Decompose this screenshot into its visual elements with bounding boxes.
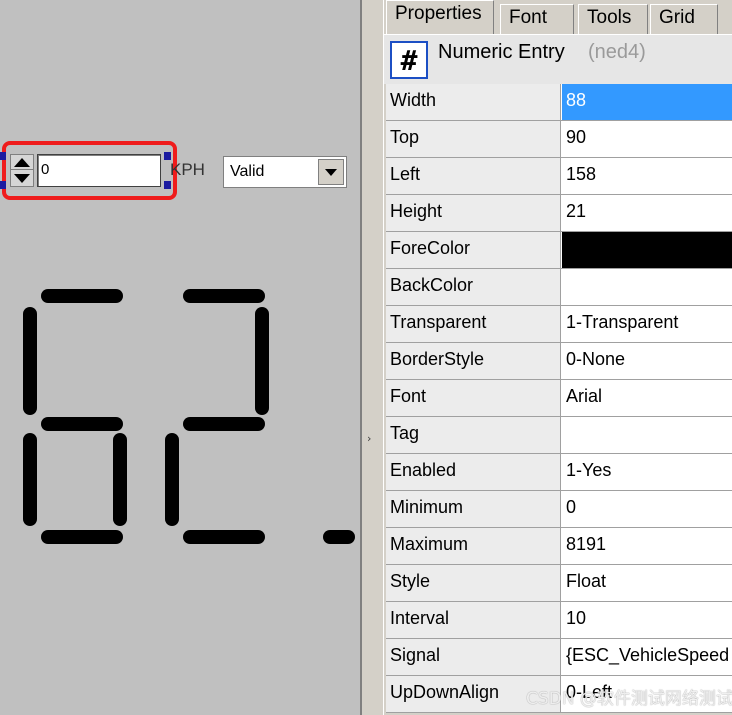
numeric-entry-control[interactable]: 0 [0,141,177,200]
properties-panel: Properties Font Tools Grid # Numeric Ent… [384,0,732,715]
property-name: Signal [386,639,561,675]
property-row[interactable]: BackColor [386,269,732,306]
arrow-up-icon [14,157,30,167]
property-row[interactable]: Interval 10 [386,602,732,639]
property-value[interactable]: {ESC_VehicleSpeed [562,639,732,675]
object-type-name: Numeric Entry [438,41,565,63]
property-row[interactable]: Maximum 8191 [386,528,732,565]
spin-up-button[interactable] [11,155,33,170]
tab-font[interactable]: Font [500,4,574,34]
status-dropdown[interactable]: Valid [223,156,347,188]
spin-buttons[interactable] [10,154,34,187]
numeric-entry-input[interactable]: 0 [37,154,161,187]
property-name: Transparent [386,306,561,342]
property-row[interactable]: ForeColor [386,232,732,269]
watermark: CSDN @软件测试网络测试 [526,689,732,709]
property-name: BackColor [386,269,561,305]
object-header: # Numeric Entry (ned4) [384,34,732,84]
dropdown-button[interactable] [318,159,344,185]
property-name: Minimum [386,491,561,527]
chevron-down-icon [325,168,337,176]
property-name: Font [386,380,561,416]
unit-label: KPH [170,160,205,179]
object-id: (ned4) [588,41,646,63]
property-row[interactable]: Left 158 [386,158,732,195]
property-value[interactable]: 88 [562,84,732,120]
property-value[interactable]: 21 [562,195,732,231]
property-value[interactable]: Arial [562,380,732,416]
property-name: Height [386,195,561,231]
property-name: Width [386,84,561,120]
property-row[interactable]: Signal {ESC_VehicleSpeed [386,639,732,676]
tab-tools[interactable]: Tools [578,4,648,34]
property-name: Style [386,565,561,601]
resize-handle-top-left[interactable] [0,152,6,160]
property-name: Tag [386,417,561,453]
seven-segment-display[interactable] [0,0,360,715]
design-canvas[interactable]: 0 KPH Valid [0,0,360,715]
property-name: Interval [386,602,561,638]
property-value[interactable]: 1-Yes [562,454,732,490]
property-row[interactable]: Height 21 [386,195,732,232]
property-name: ForeColor [386,232,561,268]
property-row[interactable]: Width 88 [386,84,732,121]
property-name: Enabled [386,454,561,490]
property-name: BorderStyle [386,343,561,379]
resize-handle-bottom-left[interactable] [0,181,6,189]
spin-down-button[interactable] [11,171,33,186]
tab-properties[interactable]: Properties [386,0,494,34]
property-value[interactable] [562,232,732,268]
property-row[interactable]: Transparent 1-Transparent [386,306,732,343]
property-value[interactable]: 10 [562,602,732,638]
arrow-down-icon [14,174,30,183]
property-name: Left [386,158,561,194]
property-value[interactable]: Float [562,565,732,601]
tab-grid[interactable]: Grid [650,4,718,34]
property-value[interactable]: 0-None [562,343,732,379]
panel-tabs: Properties Font Tools Grid [384,0,732,34]
property-value[interactable] [562,269,732,305]
property-value[interactable]: 1-Transparent [562,306,732,342]
property-row[interactable]: Style Float [386,565,732,602]
property-value[interactable]: 8191 [562,528,732,564]
property-row[interactable]: BorderStyle 0-None [386,343,732,380]
property-value[interactable]: 158 [562,158,732,194]
resize-handle-bottom-right[interactable] [164,181,171,189]
status-dropdown-value: Valid [230,163,265,180]
property-row[interactable]: Tag [386,417,732,454]
panel-splitter[interactable]: › [360,0,384,715]
hash-icon: # [390,41,428,79]
property-value[interactable]: 0 [562,491,732,527]
resize-handle-top-right[interactable] [164,152,171,160]
property-name: Top [386,121,561,157]
property-value[interactable] [562,417,732,453]
property-value[interactable]: 90 [562,121,732,157]
property-row[interactable]: Font Arial [386,380,732,417]
property-row[interactable]: Enabled 1-Yes [386,454,732,491]
property-row[interactable]: Top 90 [386,121,732,158]
property-row[interactable]: Minimum 0 [386,491,732,528]
splitter-grip-icon: › [367,432,372,445]
property-name: Maximum [386,528,561,564]
